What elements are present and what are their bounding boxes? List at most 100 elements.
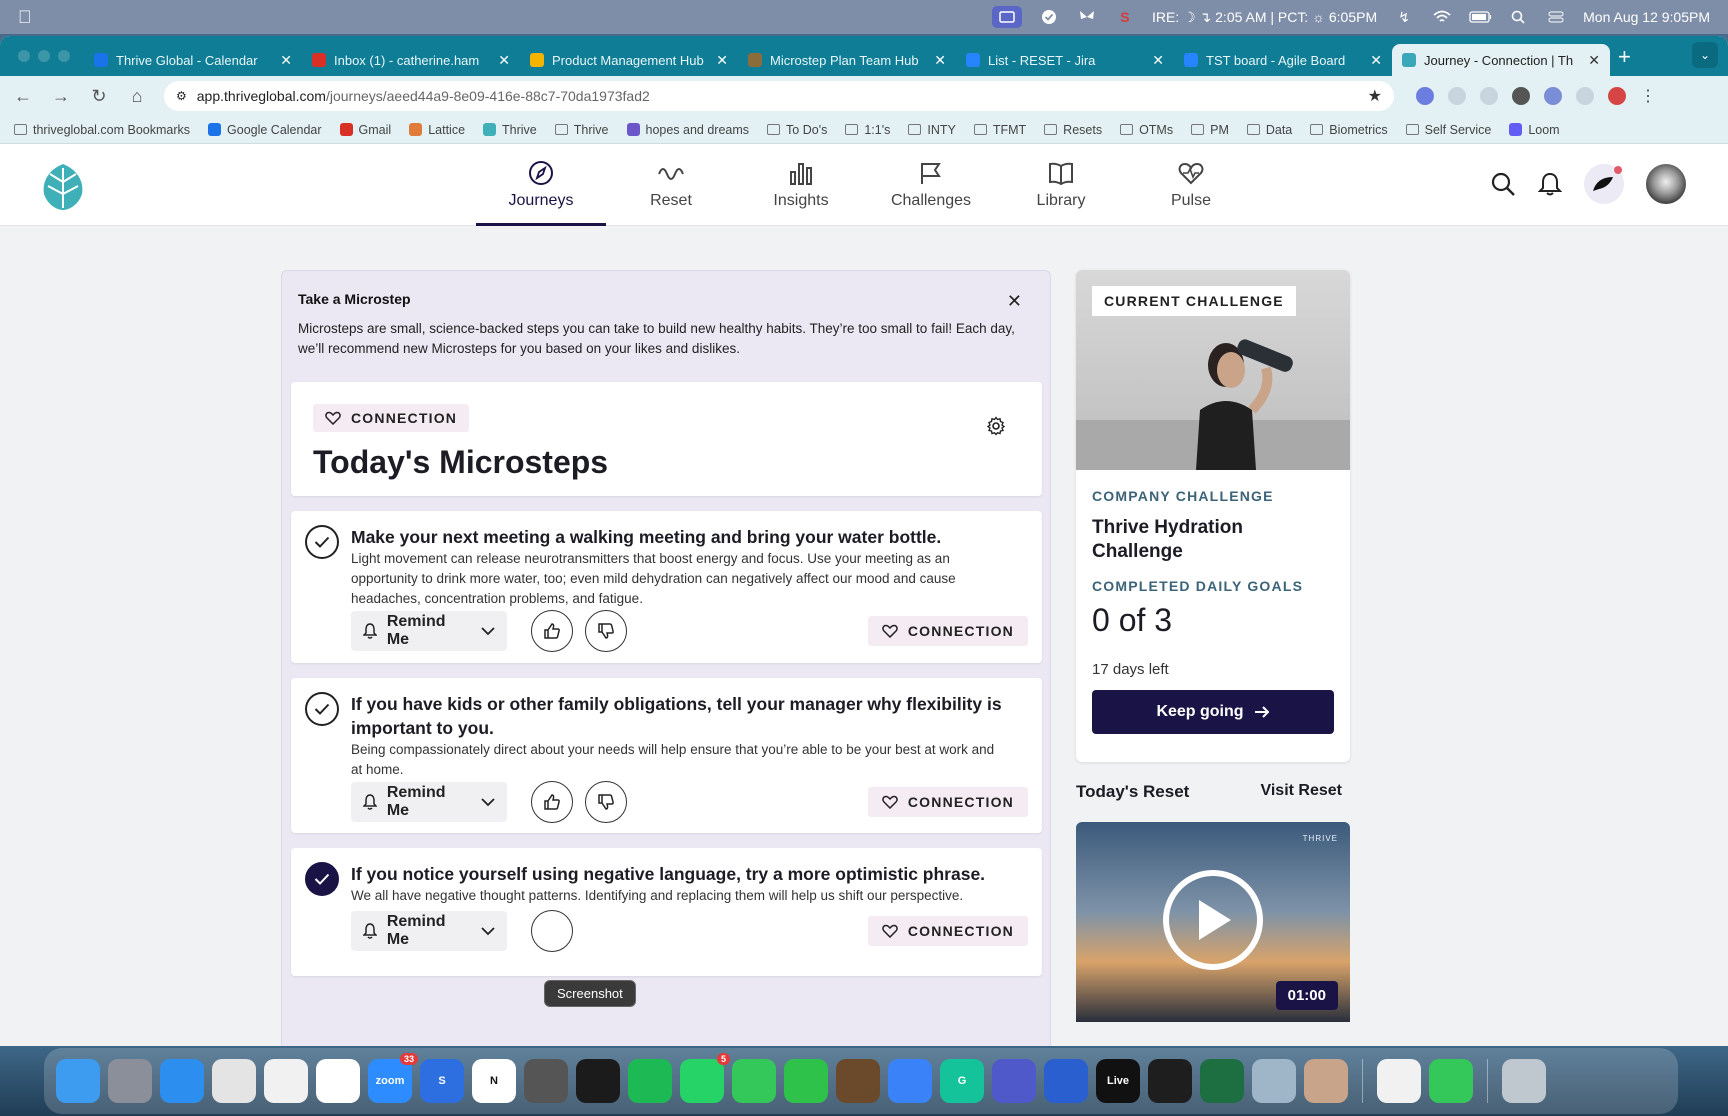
bookmark-item[interactable]: OTMs (1120, 123, 1173, 137)
bookmark-item[interactable]: PM (1191, 123, 1229, 137)
new-tab-button[interactable]: + (1618, 44, 1631, 70)
trash-icon[interactable] (1502, 1059, 1546, 1103)
bookmark-item[interactable]: Thrive (554, 123, 609, 137)
pulse-avatar[interactable] (1584, 164, 1624, 204)
messages-icon[interactable] (732, 1059, 776, 1103)
thrive-logo[interactable] (40, 162, 86, 212)
app-store-icon[interactable] (160, 1059, 204, 1103)
close-tab-icon[interactable]: ✕ (1588, 52, 1600, 69)
settings-icon[interactable] (108, 1059, 152, 1103)
search-icon[interactable] (1490, 171, 1516, 197)
browser-tab[interactable]: Thrive Global - Calendar ✕ (84, 44, 302, 76)
butterfly-icon[interactable] (576, 1059, 620, 1103)
site-info-icon[interactable]: ⚙ (176, 89, 187, 103)
bookmark-item[interactable]: thriveglobal.com Bookmarks (14, 123, 190, 137)
remind-me-dropdown[interactable]: Remind Me (351, 611, 507, 651)
zoom-icon[interactable]: zoom 33 (368, 1053, 418, 1103)
thumbs-up-button[interactable] (531, 610, 573, 652)
screenshot-icon[interactable] (524, 1059, 568, 1103)
challenge-name[interactable]: Thrive Hydration Challenge (1092, 516, 1334, 564)
bookmark-item[interactable]: Loom (1509, 123, 1560, 137)
forward-icon[interactable]: → (50, 86, 72, 107)
home-icon[interactable]: ⌂ (126, 86, 148, 107)
chrome-small-icon[interactable] (1377, 1059, 1421, 1103)
nav-journeys[interactable]: Journeys (476, 144, 606, 226)
s-app-icon[interactable]: S (420, 1059, 464, 1103)
launchpad-icon[interactable] (212, 1059, 256, 1103)
extensions-puzzle-icon[interactable] (1576, 87, 1594, 105)
browser-tab[interactable]: Product Management Hub ✕ (520, 44, 738, 76)
control-center-icon[interactable] (1545, 8, 1567, 26)
menubar-clock[interactable]: Mon Aug 12 9:05PM (1583, 9, 1710, 25)
messages-small-icon[interactable] (1429, 1059, 1473, 1103)
close-window-button[interactable] (18, 50, 30, 62)
bookmark-item[interactable]: Resets (1044, 123, 1102, 137)
reset-video[interactable]: THRIVE 01:00 (1076, 822, 1350, 1022)
browser-tab[interactable]: TST board - Agile Board ✕ (1174, 44, 1392, 76)
browser-tab[interactable]: Microstep Plan Team Hub ✕ (738, 44, 956, 76)
tab-search-button[interactable]: ⌄ (1692, 42, 1718, 68)
bookmark-item[interactable]: TFMT (973, 123, 1026, 137)
bookmark-item[interactable]: Gmail (339, 123, 391, 137)
extension-gear-icon[interactable] (1544, 87, 1562, 105)
ableton-live-icon[interactable]: Live (1096, 1059, 1140, 1103)
complete-checkbox[interactable] (305, 692, 339, 726)
photo-icon[interactable] (1304, 1059, 1348, 1103)
close-tab-icon[interactable]: ✕ (280, 52, 292, 69)
settings-gear-icon[interactable] (986, 416, 1006, 436)
figma-icon[interactable] (1148, 1059, 1192, 1103)
back-icon[interactable]: ← (12, 86, 34, 107)
screen-mirror-icon[interactable] (991, 6, 1022, 28)
zoom-window-button[interactable] (58, 50, 70, 62)
bookmark-item[interactable]: Data (1246, 123, 1292, 137)
thumbs-up-button[interactable] (531, 781, 573, 823)
freeform-icon[interactable] (888, 1059, 932, 1103)
whatsapp-icon[interactable]: 5 (680, 1053, 730, 1103)
extension-zoom-icon[interactable] (1416, 87, 1434, 105)
play-button[interactable] (1163, 870, 1263, 970)
close-tab-icon[interactable]: ✕ (1152, 52, 1164, 69)
bookmark-item[interactable]: Google Calendar (208, 123, 322, 137)
bookmark-item[interactable]: INTY (908, 123, 956, 137)
thumbs-down-button[interactable] (585, 610, 627, 652)
remind-me-dropdown[interactable]: Remind Me (351, 911, 507, 951)
bookmark-item[interactable]: Lattice (409, 123, 465, 137)
close-icon[interactable]: ✕ (1007, 291, 1022, 312)
browser-menu-icon[interactable]: ⋮ (1640, 86, 1656, 106)
profile-avatar-icon[interactable] (1608, 87, 1626, 105)
extension-record-icon[interactable] (1512, 87, 1530, 105)
bookmark-item[interactable]: hopes and dreams (626, 123, 749, 137)
bookmark-item[interactable]: To Do's (767, 123, 827, 137)
minimize-window-button[interactable] (38, 50, 50, 62)
close-tab-icon[interactable]: ✕ (1370, 52, 1382, 69)
user-avatar[interactable] (1646, 164, 1686, 204)
nav-library[interactable]: Library (996, 144, 1126, 226)
battery-icon[interactable] (1469, 8, 1492, 26)
close-tab-icon[interactable]: ✕ (716, 52, 728, 69)
close-tab-icon[interactable]: ✕ (934, 52, 946, 69)
chrome-icon[interactable] (264, 1059, 308, 1103)
keep-going-button[interactable]: Keep going (1092, 690, 1334, 734)
nav-pulse[interactable]: Pulse (1126, 144, 1256, 226)
nav-insights[interactable]: Insights (736, 144, 866, 226)
complete-checkbox[interactable] (305, 525, 339, 559)
browser-tab[interactable]: Journey - Connection | Th ✕ (1392, 44, 1610, 76)
close-tab-icon[interactable]: ✕ (498, 52, 510, 69)
bluetooth-icon[interactable]: ↯ (1393, 8, 1415, 26)
guitar-icon[interactable] (836, 1059, 880, 1103)
butterfly-menubar-icon[interactable] (1076, 8, 1098, 26)
nav-challenges[interactable]: Challenges (866, 144, 996, 226)
extension-search-icon[interactable] (1480, 87, 1498, 105)
slack-icon[interactable] (316, 1059, 360, 1103)
finder-icon[interactable] (56, 1059, 100, 1103)
teams-icon[interactable] (992, 1059, 1036, 1103)
spotlight-search-icon[interactable] (1507, 8, 1529, 26)
bookmark-star-icon[interactable]: ★ (1368, 86, 1382, 106)
spotify-icon[interactable] (628, 1059, 672, 1103)
facetime-icon[interactable] (784, 1059, 828, 1103)
thumbs-down-button[interactable] (585, 781, 627, 823)
excel-icon[interactable] (1200, 1059, 1244, 1103)
compass-app-icon[interactable] (1044, 1059, 1088, 1103)
reload-icon[interactable]: ↻ (88, 86, 110, 107)
thumbs-up-button[interactable] (531, 910, 573, 952)
